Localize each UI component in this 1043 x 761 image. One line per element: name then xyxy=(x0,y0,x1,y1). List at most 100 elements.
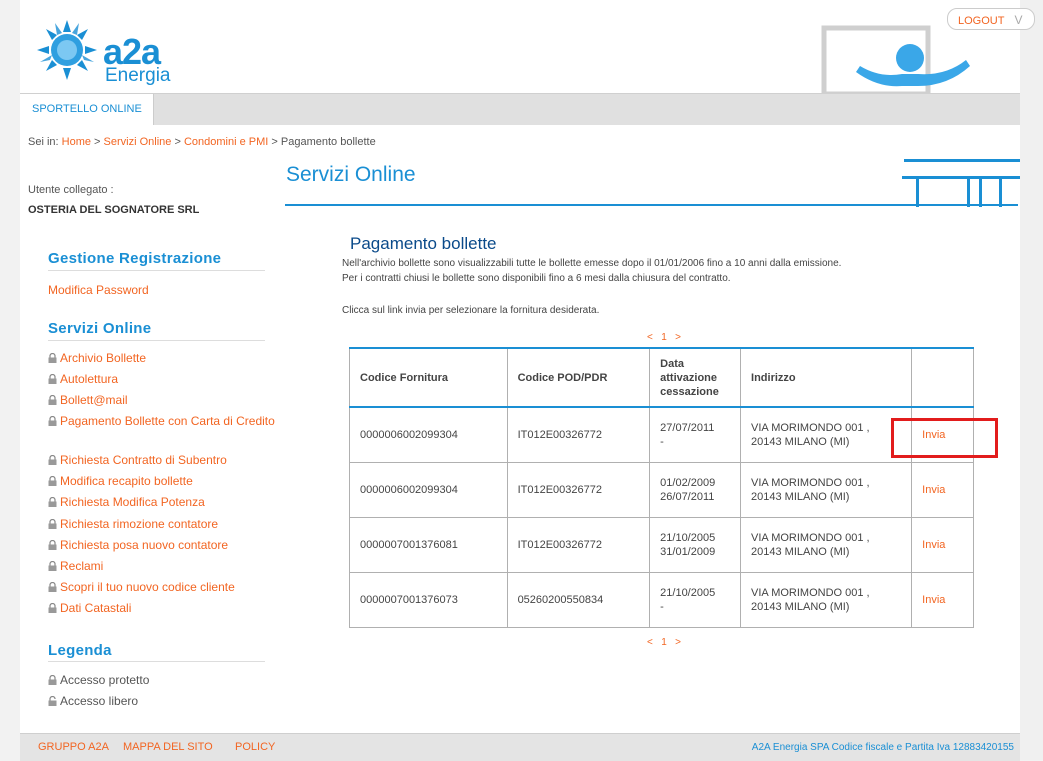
sidebar-item-rimozione[interactable]: Richiesta rimozione contatore xyxy=(48,517,276,531)
addr-line1: VIA MORIMONDO 001 , xyxy=(751,477,870,489)
sidebar-item-pagamento-carta[interactable]: Pagamento Bollette con Carta di Credito xyxy=(48,414,276,428)
cell-cessazione: - xyxy=(660,436,664,448)
tab-sportello-online[interactable]: SPORTELLO ONLINE xyxy=(20,94,154,125)
sidebar-item-label: Modifica recapito bollette xyxy=(60,474,193,488)
sun-icon xyxy=(37,20,97,80)
table-row: 0000007001376081 IT012E00326772 21/10/20… xyxy=(349,517,974,573)
cell-indirizzo: VIA MORIMONDO 001 , 20143 MILANO (MI) xyxy=(740,572,913,628)
cell-fornitura: 0000006002099304 xyxy=(349,406,508,463)
cell-attivazione: 27/07/2011 xyxy=(660,422,715,434)
unlock-icon xyxy=(48,696,57,706)
cell-indirizzo: VIA MORIMONDO 001 , 20143 MILANO (MI) xyxy=(740,517,913,573)
page-gutter xyxy=(1020,0,1043,760)
lock-icon xyxy=(48,395,57,405)
col-header-action xyxy=(911,347,974,408)
breadcrumb-home-link[interactable]: Home xyxy=(62,136,91,148)
addr-line2: 20143 MILANO (MI) xyxy=(751,546,850,558)
sidebar-item-label: Dati Catastali xyxy=(60,601,132,615)
divider xyxy=(48,661,265,662)
footer-link-gruppo[interactable]: GRUPPO A2A xyxy=(38,734,109,761)
lock-icon xyxy=(48,675,57,685)
cell-pod: IT012E00326772 xyxy=(506,406,651,463)
cell-attivazione: 21/10/2005 xyxy=(660,532,716,544)
pager-next[interactable]: > xyxy=(675,332,681,343)
forniture-table: Codice Fornitura Codice POD/PDR Data att… xyxy=(349,347,974,628)
footer-link-policy[interactable]: POLICY xyxy=(235,734,275,761)
legend-protected: Accesso protetto xyxy=(48,673,149,687)
user-name: OSTERIA DEL SOGNATORE SRL xyxy=(28,204,200,216)
addr-line1: VIA MORIMONDO 001 , xyxy=(751,587,870,599)
sidebar-item-autolettura[interactable]: Autolettura xyxy=(48,372,276,386)
invia-link[interactable]: Invia xyxy=(922,594,945,606)
breadcrumb-current: Pagamento bollette xyxy=(280,136,376,148)
sidebar-item-label: Autolettura xyxy=(60,372,119,386)
breadcrumb-prefix: Sei in: xyxy=(28,136,59,148)
breadcrumb-servizi-link[interactable]: Servizi Online xyxy=(104,136,172,148)
sidebar-item-bollettamail[interactable]: Bollett@mail xyxy=(48,393,276,407)
cell-dates: 01/02/2009 26/07/2011 xyxy=(649,462,742,518)
sidebar-item-posa[interactable]: Richiesta posa nuovo contatore xyxy=(48,538,276,552)
addr-line1: VIA MORIMONDO 001 , xyxy=(751,422,870,434)
highlight-box xyxy=(891,418,998,458)
sidebar-item-reclami[interactable]: Reclami xyxy=(48,559,276,573)
table-row: 0000006002099304 IT012E00326772 01/02/20… xyxy=(349,462,974,518)
invia-link[interactable]: Invia xyxy=(922,539,945,551)
addr-line2: 20143 MILANO (MI) xyxy=(751,436,850,448)
legend-free-label: Accesso libero xyxy=(60,694,139,708)
legend-free: Accesso libero xyxy=(48,694,138,708)
sidebar-item-archivio-bollette[interactable]: Archivio Bollette xyxy=(48,351,276,365)
cell-dates: 27/07/2011 - xyxy=(649,406,742,463)
pager-prev[interactable]: < xyxy=(647,637,653,648)
cell-attivazione: 01/02/2009 xyxy=(660,477,716,489)
lock-icon xyxy=(48,603,57,613)
pager-next[interactable]: > xyxy=(675,637,681,648)
cell-pod: 05260200550834 xyxy=(506,572,651,628)
table-row: 0000007001376073 05260200550834 21/10/20… xyxy=(349,572,974,628)
invia-link[interactable]: Invia xyxy=(922,484,945,496)
lock-icon xyxy=(48,455,57,465)
cell-fornitura: 0000007001376073 xyxy=(349,572,508,628)
divider xyxy=(48,340,265,341)
footer-link-mappa[interactable]: MAPPA DEL SITO xyxy=(123,734,213,761)
cell-indirizzo: VIA MORIMONDO 001 , 20143 MILANO (MI) xyxy=(740,462,913,518)
lock-icon xyxy=(48,476,57,486)
footer: GRUPPO A2A MAPPA DEL SITO POLICY A2A Ene… xyxy=(20,733,1020,761)
pager-page[interactable]: 1 xyxy=(661,637,667,648)
divider xyxy=(48,270,265,271)
breadcrumb: Sei in: Home > Servizi Online > Condomin… xyxy=(28,136,376,148)
cell-attivazione: 21/10/2005 xyxy=(660,587,716,599)
chevron-down-icon: V xyxy=(1014,13,1023,27)
page-title: Servizi Online xyxy=(286,163,416,186)
description-line: Clicca sul link invia per selezionare la… xyxy=(342,305,600,316)
sidebar-item-label: Reclami xyxy=(60,559,104,573)
sidebar-item-label: Scopri il tuo nuovo codice cliente xyxy=(60,580,235,594)
pager-prev[interactable]: < xyxy=(647,332,653,343)
addr-line2: 20143 MILANO (MI) xyxy=(751,601,850,613)
breadcrumb-condomini-link[interactable]: Condomini e PMI xyxy=(184,136,268,148)
page: a2a Energia LOGOUT V SPORTELLO ONLINE Sei… xyxy=(20,0,1035,761)
cell-cessazione: - xyxy=(660,601,664,613)
lock-icon xyxy=(48,374,57,384)
description-line: Per i contratti chiusi le bollette sono … xyxy=(342,273,731,284)
lock-icon xyxy=(48,540,57,550)
sidebar-item-recapito[interactable]: Modifica recapito bollette xyxy=(48,474,276,488)
sidebar-item-label: Richiesta posa nuovo contatore xyxy=(60,538,229,552)
lock-icon xyxy=(48,353,57,363)
breadcrumb-separator: > xyxy=(174,136,181,148)
sidebar-item-subentro[interactable]: Richiesta Contratto di Subentro xyxy=(48,453,276,467)
sidebar-item-catastali[interactable]: Dati Catastali xyxy=(48,601,276,615)
lock-icon xyxy=(48,497,57,507)
lock-icon xyxy=(48,416,57,426)
modifica-password-link[interactable]: Modifica Password xyxy=(48,283,276,297)
sidebar-item-codice-cliente[interactable]: Scopri il tuo nuovo codice cliente xyxy=(48,580,276,594)
a2a-logo[interactable]: a2a Energia xyxy=(35,18,185,86)
sidebar-item-label: Pagamento Bollette con Carta di Credito xyxy=(60,414,275,428)
cell-action: Invia xyxy=(911,517,974,573)
pager-page[interactable]: 1 xyxy=(661,332,667,343)
gestione-registrazione-heading: Gestione Registrazione xyxy=(48,250,222,267)
sidebar-item-label: Richiesta Modifica Potenza xyxy=(60,495,205,509)
col-header-fornitura: Codice Fornitura xyxy=(349,347,508,408)
sidebar-item-potenza[interactable]: Richiesta Modifica Potenza xyxy=(48,495,276,509)
section-title: Pagamento bollette xyxy=(350,234,497,253)
logo-sub-text: Energia xyxy=(105,65,171,86)
